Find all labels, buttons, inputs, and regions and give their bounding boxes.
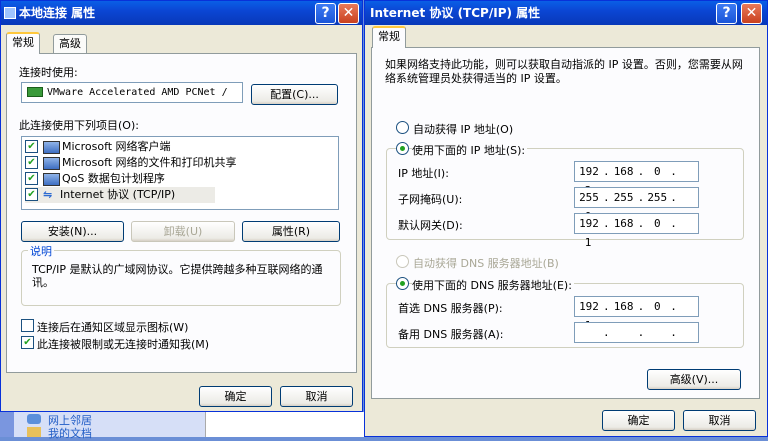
- auto-dns-radio: [396, 255, 409, 268]
- notify-label: 此连接被限制或无连接时通知我(M): [37, 338, 210, 351]
- network-places-icon: [27, 414, 41, 424]
- file-share-icon: [43, 156, 60, 170]
- client-icon: [43, 140, 60, 154]
- items-label: 此连接使用下列项目(O):: [19, 119, 139, 132]
- left-cancel-button[interactable]: 取消: [280, 386, 353, 407]
- left-window-titlebar[interactable]: 本地连接 属性 ? ✕: [1, 1, 362, 25]
- qos-icon: [43, 172, 60, 186]
- preferred-dns-label: 首选 DNS 服务器(P):: [398, 302, 503, 315]
- auto-ip-radio[interactable]: [396, 121, 409, 134]
- my-documents-link[interactable]: 我的文档: [48, 425, 92, 441]
- manual-ip-label: 使用下面的 IP 地址(S):: [412, 142, 528, 158]
- my-documents-icon: [27, 427, 41, 437]
- advanced-button[interactable]: 高级(V)...: [647, 369, 741, 390]
- tab-general[interactable]: 常规: [6, 32, 40, 54]
- local-connection-properties-window: 本地连接 属性 ? ✕ 常规 高级 连接时使用: VMware Accelera…: [0, 0, 363, 412]
- subnet-mask-label: 子网掩码(U):: [398, 193, 463, 206]
- description-text: TCP/IP 是默认的广域网协议。它提供跨越多种互联网络的通讯。: [32, 263, 323, 289]
- install-button[interactable]: 安装(N)...: [21, 221, 124, 242]
- ip-octet: 192: [579, 300, 599, 313]
- auto-dns-label: 自动获得 DNS 服务器地址(B): [413, 257, 559, 270]
- close-button[interactable]: ✕: [741, 3, 762, 24]
- tab-general[interactable]: 常规: [372, 26, 406, 48]
- explorer-content-area: [205, 412, 364, 437]
- right-cancel-button[interactable]: 取消: [683, 410, 756, 431]
- list-item-selected[interactable]: ✔ ⇋ Internet 协议 (TCP/IP): [25, 187, 215, 203]
- connect-using-label: 连接时使用:: [19, 66, 78, 79]
- adapter-name: VMware Accelerated AMD PCNet /: [47, 87, 228, 98]
- item-label: Microsoft 网络客户端: [62, 140, 171, 153]
- ip-octet: 0: [653, 300, 661, 313]
- help-button[interactable]: ?: [716, 3, 737, 24]
- ip-octet: 1: [584, 236, 592, 249]
- list-item[interactable]: ✔ QoS 数据包计划程序: [25, 171, 165, 187]
- tcpip-properties-window: Internet 协议 (TCP/IP) 属性 ? ✕ 常规 如果网络支持此功能…: [364, 0, 768, 437]
- alternate-dns-field[interactable]: ...: [574, 322, 699, 343]
- manual-dns-radio[interactable]: [396, 277, 409, 290]
- network-icon: [4, 7, 16, 19]
- item-checkbox[interactable]: ✔: [25, 140, 38, 153]
- ip-octet: 255: [613, 191, 634, 204]
- ip-octet: 192: [579, 165, 599, 178]
- adapter-card-icon: [27, 87, 43, 97]
- adapter-field: VMware Accelerated AMD PCNet /: [21, 82, 243, 103]
- ip-octet: 168: [613, 165, 634, 178]
- uninstall-button: 卸载(U): [131, 221, 235, 242]
- item-checkbox[interactable]: ✔: [25, 188, 38, 201]
- notify-checkbox[interactable]: ✔: [21, 336, 34, 349]
- ip-address-field[interactable]: 192.168.0.3: [574, 161, 699, 197]
- explorer-pane-left: [0, 412, 14, 437]
- item-label: Internet 协议 (TCP/IP): [60, 188, 176, 201]
- right-ok-button[interactable]: 确定: [602, 410, 675, 431]
- properties-button[interactable]: 属性(R): [242, 221, 340, 242]
- right-window-title: Internet 协议 (TCP/IP) 属性: [370, 6, 541, 20]
- auto-ip-label: 自动获得 IP 地址(O): [413, 123, 514, 136]
- tab-advanced[interactable]: 高级: [53, 34, 87, 54]
- alternate-dns-label: 备用 DNS 服务器(A):: [398, 328, 504, 341]
- description-legend: 说明: [28, 243, 54, 259]
- components-list[interactable]: ✔ Microsoft 网络客户端 ✔ Microsoft 网络的文件和打印机共享 …: [21, 136, 339, 210]
- ip-octet: 168: [613, 300, 634, 313]
- manual-ip-radio[interactable]: [396, 142, 409, 155]
- right-window-titlebar[interactable]: Internet 协议 (TCP/IP) 属性 ? ✕: [365, 1, 767, 25]
- description-group: 说明 TCP/IP 是默认的广域网协议。它提供跨越多种互联网络的通讯。: [21, 243, 341, 306]
- ip-octet: 255: [647, 191, 668, 204]
- item-checkbox[interactable]: ✔: [25, 156, 38, 169]
- left-window-title: 本地连接 属性: [19, 6, 96, 20]
- preferred-dns-field[interactable]: 192.168.0.1: [574, 296, 699, 332]
- show-icon-label: 连接后在通知区域显示图标(W): [37, 321, 189, 334]
- left-general-panel: 连接时使用: VMware Accelerated AMD PCNet / 配置…: [6, 53, 357, 373]
- close-button[interactable]: ✕: [338, 3, 359, 24]
- help-button[interactable]: ?: [315, 3, 336, 24]
- item-checkbox[interactable]: ✔: [25, 172, 38, 185]
- ip-octet: 0: [653, 217, 661, 230]
- list-item[interactable]: ✔ Microsoft 网络的文件和打印机共享: [25, 155, 237, 171]
- subnet-mask-field[interactable]: 255.255.255.0: [574, 187, 699, 223]
- ip-octet: 168: [613, 217, 634, 230]
- explorer-sidebar-strip: 网上邻居 我的文档: [0, 412, 364, 440]
- gateway-field[interactable]: 192. 168. 0.1: [574, 213, 699, 249]
- list-item[interactable]: ✔ Microsoft 网络客户端: [25, 139, 171, 155]
- ip-octet: 255: [579, 191, 599, 204]
- ip-address-label: IP 地址(I):: [398, 167, 449, 180]
- configure-button[interactable]: 配置(C)...: [251, 84, 338, 105]
- right-general-panel: 如果网络支持此功能，则可以获取自动指派的 IP 设置。否则，您需要从网络系统管理…: [371, 47, 760, 399]
- intro-text: 如果网络支持此功能，则可以获取自动指派的 IP 设置。否则，您需要从网络系统管理…: [385, 58, 743, 85]
- gateway-label: 默认网关(D):: [398, 219, 463, 232]
- manual-dns-label: 使用下面的 DNS 服务器地址(E):: [412, 277, 574, 293]
- show-icon-checkbox[interactable]: ✔: [21, 319, 34, 332]
- item-label: QoS 数据包计划程序: [62, 172, 165, 185]
- item-label: Microsoft 网络的文件和打印机共享: [62, 156, 237, 169]
- protocol-icon: ⇋: [43, 188, 53, 201]
- ip-octet: 192: [579, 217, 599, 230]
- ip-octet: 0: [653, 165, 661, 178]
- left-ok-button[interactable]: 确定: [199, 386, 272, 407]
